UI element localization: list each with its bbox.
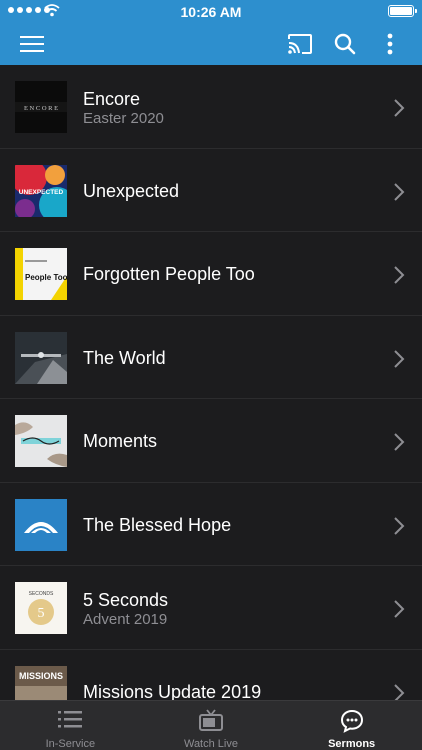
svg-text:SECONDS: SECONDS bbox=[29, 591, 54, 597]
search-button[interactable] bbox=[329, 28, 361, 60]
tab-watch-live[interactable]: Watch Live bbox=[141, 701, 282, 750]
sermon-artwork: People Too bbox=[15, 248, 67, 300]
svg-text:People Too: People Too bbox=[25, 273, 67, 282]
sermon-title: Missions Update 2019 bbox=[83, 681, 262, 701]
status-bar: 10:26 AM bbox=[0, 0, 422, 22]
sermon-row-missions-update-2019[interactable]: MISSIONS Missions Update 2019 bbox=[0, 650, 422, 701]
tab-sermons[interactable]: Sermons bbox=[281, 701, 422, 750]
tab-bar: In-Service Watch Live Sermons bbox=[0, 700, 422, 750]
svg-text:E N C O R E: E N C O R E bbox=[24, 105, 58, 112]
sermon-row-unexpected[interactable]: UNEXPECTED Unexpected bbox=[0, 149, 422, 232]
sermon-artwork: 5 SECONDS bbox=[15, 582, 67, 634]
chevron-right-icon bbox=[394, 99, 405, 117]
sermon-title: Encore bbox=[83, 89, 141, 109]
chevron-right-icon bbox=[394, 349, 405, 368]
sermon-row-moments[interactable]: Moments bbox=[0, 399, 422, 483]
sermon-title: The Blessed Hope bbox=[83, 514, 232, 535]
sermon-subtitle: Easter 2020 bbox=[83, 110, 164, 127]
sermon-artwork: UNEXPECTED bbox=[15, 164, 67, 217]
search-icon bbox=[334, 33, 356, 55]
chevron-right-icon bbox=[394, 266, 405, 284]
chevron-right-icon bbox=[394, 600, 405, 618]
sermon-artwork bbox=[15, 415, 67, 467]
sermon-row-forgotten-people-too[interactable]: People Too Forgotten People Too bbox=[0, 232, 422, 316]
chat-bubble-icon bbox=[340, 709, 363, 733]
battery-icon bbox=[388, 5, 417, 17]
sermon-title: Forgotten People Too bbox=[83, 264, 255, 284]
chevron-right-icon bbox=[394, 516, 405, 535]
sermon-artwork bbox=[15, 331, 67, 384]
sermon-list: E N C O R E Encore Easter 2020 UNEXPECTE… bbox=[0, 65, 422, 700]
svg-text:5: 5 bbox=[38, 606, 45, 621]
more-vertical-icon bbox=[387, 33, 393, 55]
navigation-bar bbox=[0, 22, 422, 65]
sermon-artwork: MISSIONS bbox=[15, 665, 67, 700]
sermon-row-encore[interactable]: E N C O R E Encore Easter 2020 bbox=[0, 65, 422, 149]
chevron-right-icon bbox=[394, 182, 405, 201]
tab-label: In-Service bbox=[45, 738, 96, 750]
sermon-title: Moments bbox=[83, 431, 158, 451]
status-time: 10:26 AM bbox=[180, 4, 242, 20]
tab-in-service[interactable]: In-Service bbox=[0, 701, 141, 750]
list-icon bbox=[58, 711, 83, 728]
sermon-title: 5 Seconds bbox=[83, 590, 169, 610]
tab-label: Watch Live bbox=[183, 738, 238, 750]
cast-icon bbox=[288, 34, 312, 54]
top-bar: 10:26 AM bbox=[0, 0, 422, 65]
chevron-right-icon bbox=[394, 683, 405, 700]
svg-text:MISSIONS: MISSIONS bbox=[19, 671, 63, 681]
sermon-subtitle: Advent 2019 bbox=[83, 611, 168, 628]
cast-button[interactable] bbox=[284, 28, 316, 60]
menu-icon bbox=[20, 36, 44, 52]
menu-button[interactable] bbox=[16, 28, 48, 60]
sermon-row-5-seconds[interactable]: 5 SECONDS 5 Seconds Advent 2019 bbox=[0, 566, 422, 650]
tab-label: Sermons bbox=[328, 738, 376, 750]
tv-icon bbox=[198, 709, 223, 731]
chevron-right-icon bbox=[394, 433, 405, 451]
sermon-title: Unexpected bbox=[83, 180, 180, 201]
sermon-artwork: E N C O R E bbox=[15, 81, 67, 133]
sermon-row-the-world[interactable]: The World bbox=[0, 316, 422, 399]
sermon-row-the-blessed-hope[interactable]: The Blessed Hope bbox=[0, 483, 422, 566]
more-options-button[interactable] bbox=[374, 28, 406, 60]
svg-text:UNEXPECTED: UNEXPECTED bbox=[19, 189, 64, 196]
sermon-title: The World bbox=[83, 347, 166, 368]
sermon-artwork bbox=[15, 498, 67, 551]
